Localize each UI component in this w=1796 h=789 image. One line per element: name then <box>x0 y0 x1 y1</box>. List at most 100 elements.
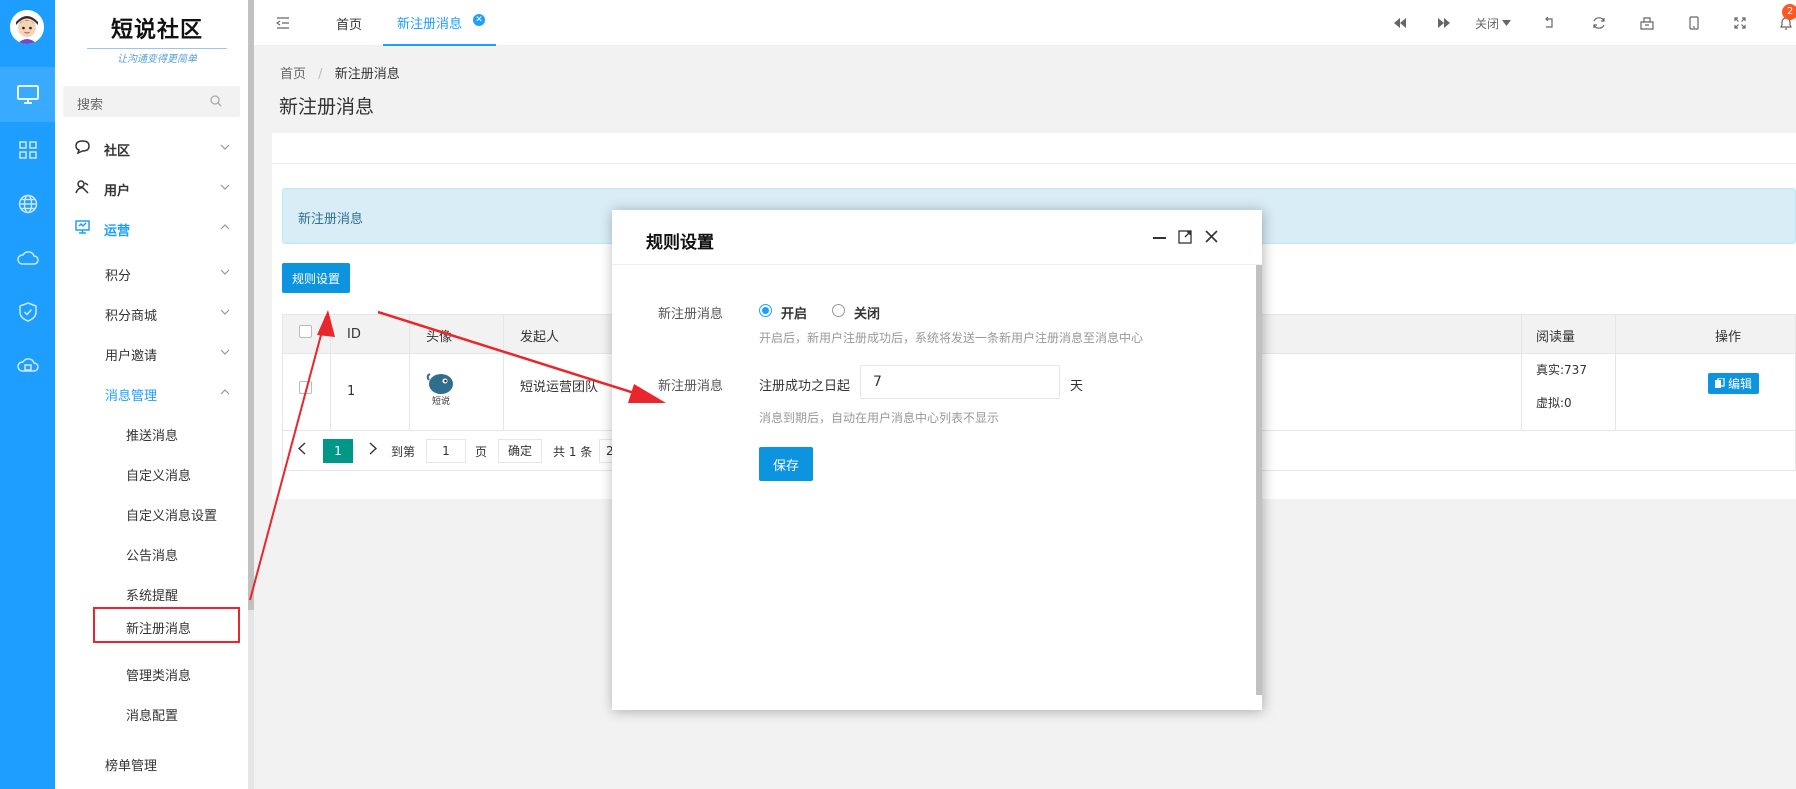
sidebar-scrollbar-thumb[interactable] <box>248 0 254 610</box>
row-id: 1 <box>347 384 356 399</box>
goto-label: 到第 <box>391 445 416 459</box>
chevron-up-icon <box>220 224 230 230</box>
sidebar-label-msg-config: 消息配置 <box>126 709 179 724</box>
close-tabs-dropdown[interactable]: 关闭 <box>1468 0 1518 46</box>
row-reads-virtual: 虚拟:0 <box>1536 396 1572 410</box>
chat-bubble-icon <box>75 140 90 154</box>
sidebar-item-users[interactable]: 用户 <box>55 170 248 206</box>
sidebar-label-new-register: 新注册消息 <box>126 622 192 637</box>
header-reads: 阅读量 <box>1536 330 1576 345</box>
minimize-icon[interactable] <box>1153 237 1166 239</box>
sidebar-item-invite[interactable]: 用户邀请 <box>55 335 248 371</box>
select-all-checkbox[interactable] <box>299 325 312 338</box>
tab-home[interactable]: 首页 <box>324 0 374 46</box>
sidebar-item-announce[interactable]: 公告消息 <box>55 535 248 571</box>
sidebar-item-ranking[interactable]: 榜单管理 <box>55 745 248 781</box>
dialog-title: 规则设置 <box>646 233 714 253</box>
breadcrumb: 首页 / 新注册消息 <box>280 63 400 82</box>
radio-disable[interactable] <box>832 304 845 317</box>
row-checkbox[interactable] <box>299 381 312 394</box>
user-avatar[interactable] <box>10 10 44 44</box>
save-button[interactable]: 保存 <box>759 447 813 481</box>
chevron-down-icon <box>220 184 230 190</box>
radio-disable-label[interactable]: 关闭 <box>854 303 880 322</box>
sidebar-item-messages[interactable]: 消息管理 <box>55 375 248 411</box>
notification-badge: 2 <box>1782 4 1796 20</box>
shield-check-icon[interactable] <box>0 284 55 339</box>
expiry-prefix: 注册成功之日起 <box>759 379 851 394</box>
clear-cache-icon[interactable] <box>1627 0 1667 46</box>
sidebar-label-push: 推送消息 <box>126 429 179 444</box>
sidebar-item-points-mall[interactable]: 积分商城 <box>55 295 248 331</box>
header-action: 操作 <box>1715 330 1742 345</box>
field-expiry-label: 新注册消息 <box>658 379 724 394</box>
chevron-down-icon <box>220 144 230 150</box>
alert-text: 新注册消息 <box>298 212 364 227</box>
sidebar-item-push[interactable]: 推送消息 <box>55 415 248 451</box>
sidebar-item-new-register[interactable]: 新注册消息 <box>93 607 240 643</box>
sidebar-label-operations: 运营 <box>104 224 131 239</box>
search-icon[interactable] <box>210 95 222 107</box>
breadcrumb-current: 新注册消息 <box>334 67 400 82</box>
tab-scroll-left-icon[interactable] <box>1380 0 1420 46</box>
fullscreen-icon[interactable] <box>1720 0 1760 46</box>
expiry-days-input[interactable]: 7 <box>860 365 1060 399</box>
expiry-days-unit: 天 <box>1070 379 1084 394</box>
chevron-down-icon <box>220 269 230 275</box>
sidebar-item-custom[interactable]: 自定义消息 <box>55 455 248 491</box>
goto-confirm-button[interactable]: 确定 <box>498 439 542 463</box>
chevron-down-icon <box>220 309 230 315</box>
grid-apps-icon[interactable] <box>0 122 55 177</box>
sidebar-item-msg-config[interactable]: 消息配置 <box>55 695 248 731</box>
edit-label: 编辑 <box>1727 377 1752 391</box>
menu-fold-icon[interactable] <box>268 0 298 46</box>
tab-close-icon[interactable]: ✕ <box>473 14 485 26</box>
logo-title: 短说社区 <box>110 17 203 43</box>
sidebar-item-points[interactable]: 积分 <box>55 255 248 291</box>
cloud-icon[interactable] <box>0 230 55 285</box>
sidebar-item-admin-msg[interactable]: 管理类消息 <box>55 655 248 691</box>
edit-button[interactable]: 编辑 <box>1708 373 1759 394</box>
header-id: ID <box>347 327 361 342</box>
mobile-icon[interactable] <box>1674 0 1714 46</box>
next-page-icon[interactable] <box>369 442 377 455</box>
close-icon[interactable] <box>1205 230 1218 243</box>
sidebar-label-invite: 用户邀请 <box>105 349 158 364</box>
radio-enable[interactable] <box>759 304 772 317</box>
sidebar-label-points-mall: 积分商城 <box>105 309 158 324</box>
globe-icon[interactable] <box>0 176 55 231</box>
field-enable-label: 新注册消息 <box>658 307 724 322</box>
chevron-up-icon <box>220 389 230 395</box>
cloud-server-icon[interactable] <box>0 338 55 393</box>
page-input[interactable]: 1 <box>426 439 466 463</box>
sidebar-label-system: 系统提醒 <box>126 589 179 604</box>
sidebar-item-operations[interactable]: 运营 <box>55 210 248 246</box>
row-reads-real: 真实:737 <box>1536 363 1587 377</box>
rule-settings-button[interactable]: 规则设置 <box>282 263 350 293</box>
breadcrumb-home[interactable]: 首页 <box>280 67 306 82</box>
maximize-icon[interactable] <box>1178 230 1192 244</box>
page-current[interactable]: 1 <box>323 439 353 463</box>
desktop-icon[interactable] <box>0 67 55 122</box>
top-bar: 首页 新注册消息 ✕ 关闭 <box>254 0 1796 46</box>
header-sender: 发起人 <box>520 330 560 345</box>
undo-icon[interactable] <box>1529 0 1569 46</box>
icon-rail <box>0 0 55 789</box>
divider <box>272 163 1796 164</box>
sidebar-search[interactable]: 搜索 <box>63 86 240 117</box>
tab-new-register[interactable]: 新注册消息 ✕ <box>383 0 496 46</box>
sidebar-scrollbar[interactable] <box>248 0 254 789</box>
dialog-header: 规则设置 <box>612 210 1262 265</box>
presentation-icon <box>75 220 90 234</box>
radio-enable-label[interactable]: 开启 <box>781 303 807 322</box>
field-enable-hint: 开启后，新用户注册成功后，系统将发送一条新用户注册消息至消息中心 <box>759 331 1144 345</box>
sidebar-item-custom-settings[interactable]: 自定义消息设置 <box>55 495 248 531</box>
sidebar-item-community[interactable]: 社区 <box>55 130 248 166</box>
tab-scroll-right-icon[interactable] <box>1424 0 1464 46</box>
refresh-icon[interactable] <box>1579 0 1619 46</box>
dialog-scrollbar[interactable] <box>1256 265 1262 695</box>
prev-page-icon[interactable] <box>298 442 306 455</box>
breadcrumb-separator: / <box>318 67 323 82</box>
logo: 短说社区 让沟通变得更简单 <box>87 12 227 65</box>
sidebar-item-system[interactable]: 系统提醒 <box>55 575 248 611</box>
